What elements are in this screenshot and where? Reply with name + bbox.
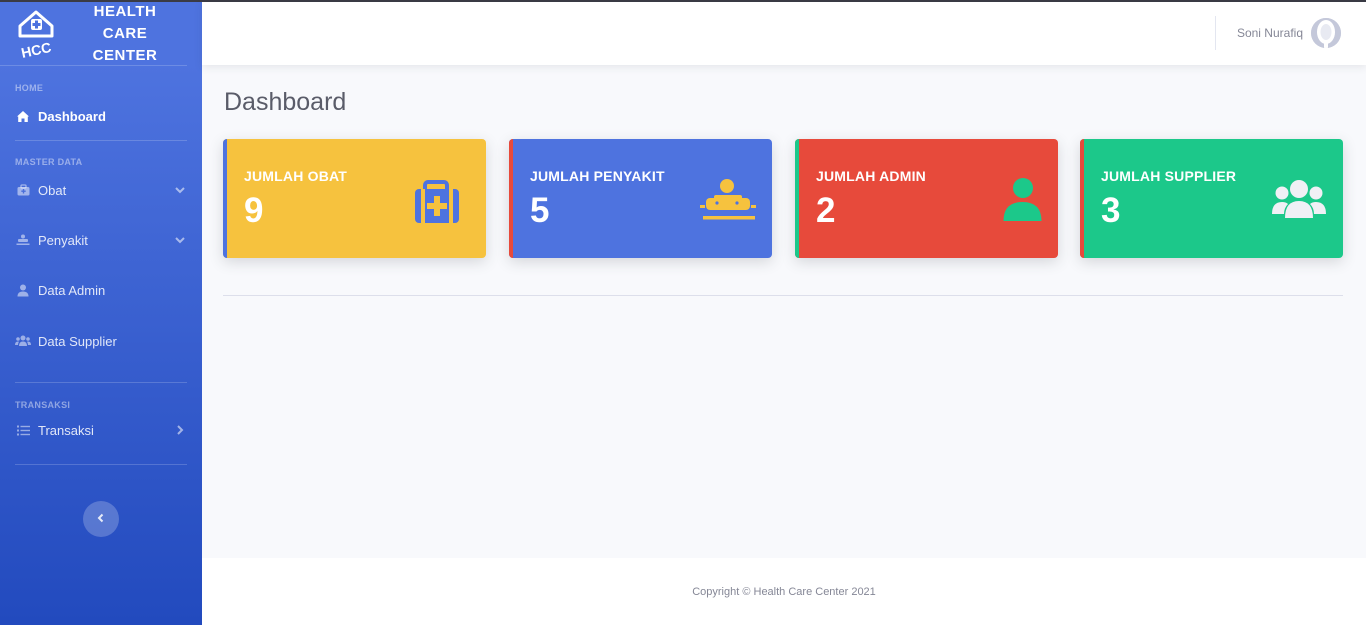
- home-icon: [15, 110, 31, 124]
- sidebar-item-data-supplier[interactable]: Data Supplier: [0, 313, 202, 369]
- sidebar-item-penyakit[interactable]: Penyakit: [0, 213, 202, 267]
- card-accent-bar: [1080, 139, 1084, 258]
- sidebar-item-label: Obat: [38, 182, 67, 198]
- card-label: JUMLAH SUPPLIER: [1101, 168, 1237, 184]
- topbar-divider: [1215, 16, 1216, 50]
- chevron-down-icon: [174, 234, 186, 246]
- card-value: 3: [1101, 191, 1121, 230]
- brand-name: HEALTH CARE CENTER: [70, 1, 180, 67]
- chevron-right-icon: [174, 424, 186, 436]
- copyright-text: Copyright © Health Care Center 2021: [692, 585, 876, 598]
- sidebar: HCC HEALTH CARE CENTER HOME Dashboard MA…: [0, 2, 202, 625]
- card-value: 5: [530, 191, 550, 230]
- user-dropdown[interactable]: Soni Nurafiq: [1237, 18, 1341, 48]
- heading-home: HOME: [15, 83, 44, 93]
- card-value: 9: [244, 191, 264, 230]
- brand-name-line2: CENTER: [92, 46, 158, 64]
- card-jumlah-penyakit[interactable]: JUMLAH PENYAKIT 5: [509, 139, 772, 258]
- card-jumlah-supplier[interactable]: JUMLAH SUPPLIER 3: [1080, 139, 1343, 258]
- users-icon: [15, 334, 31, 348]
- users-icon: [1271, 177, 1327, 225]
- user-icon: [986, 177, 1042, 225]
- sidebar-item-label: Transaksi: [38, 422, 94, 438]
- sidebar-item-label: Dashboard: [38, 109, 106, 124]
- sidebar-item-label: Data Admin: [38, 282, 106, 298]
- sidebar-item-dashboard[interactable]: Dashboard: [0, 93, 202, 140]
- heading-transaksi: TRANSAKSI: [15, 400, 71, 410]
- card-label: JUMLAH OBAT: [244, 168, 348, 184]
- user-icon: [15, 283, 31, 297]
- topbar: Soni Nurafiq: [202, 2, 1366, 65]
- sidebar-divider: [15, 464, 187, 465]
- sidebar-toggle-button[interactable]: [83, 501, 119, 537]
- procedures-icon: [15, 233, 31, 247]
- sidebar-item-transaksi[interactable]: Transaksi: [0, 410, 202, 450]
- card-accent-bar: [223, 139, 227, 258]
- medkit-icon: [414, 177, 470, 225]
- brand[interactable]: HCC HEALTH CARE CENTER: [0, 2, 187, 66]
- medkit-icon: [15, 183, 31, 197]
- card-accent-bar: [509, 139, 513, 258]
- chevron-down-icon: [174, 184, 186, 196]
- avatar[interactable]: [1311, 18, 1341, 48]
- logo-text: HCC: [20, 38, 53, 60]
- card-accent-bar: [795, 139, 799, 258]
- card-label: JUMLAH PENYAKIT: [530, 168, 665, 184]
- sidebar-item-label: Data Supplier: [38, 333, 117, 349]
- card-label: JUMLAH ADMIN: [816, 168, 926, 184]
- card-jumlah-obat[interactable]: JUMLAH OBAT 9: [223, 139, 486, 258]
- chevron-left-icon: [96, 510, 106, 528]
- hcc-logo-icon: HCC: [16, 6, 62, 62]
- procedures-icon: [700, 177, 756, 225]
- content-divider: [223, 295, 1343, 296]
- card-value: 2: [816, 191, 836, 230]
- list-icon: [15, 423, 31, 437]
- page-title: Dashboard: [224, 88, 347, 116]
- sidebar-item-obat[interactable]: Obat: [0, 167, 202, 213]
- sidebar-item-label: Penyakit: [38, 232, 88, 248]
- card-jumlah-admin[interactable]: JUMLAH ADMIN 2: [795, 139, 1058, 258]
- user-name: Soni Nurafiq: [1236, 26, 1303, 40]
- sidebar-item-data-admin[interactable]: Data Admin: [0, 267, 202, 313]
- brand-name-line1: HEALTH CARE: [93, 2, 157, 42]
- footer: Copyright © Health Care Center 2021: [202, 558, 1366, 625]
- heading-master-data: MASTER DATA: [15, 157, 83, 167]
